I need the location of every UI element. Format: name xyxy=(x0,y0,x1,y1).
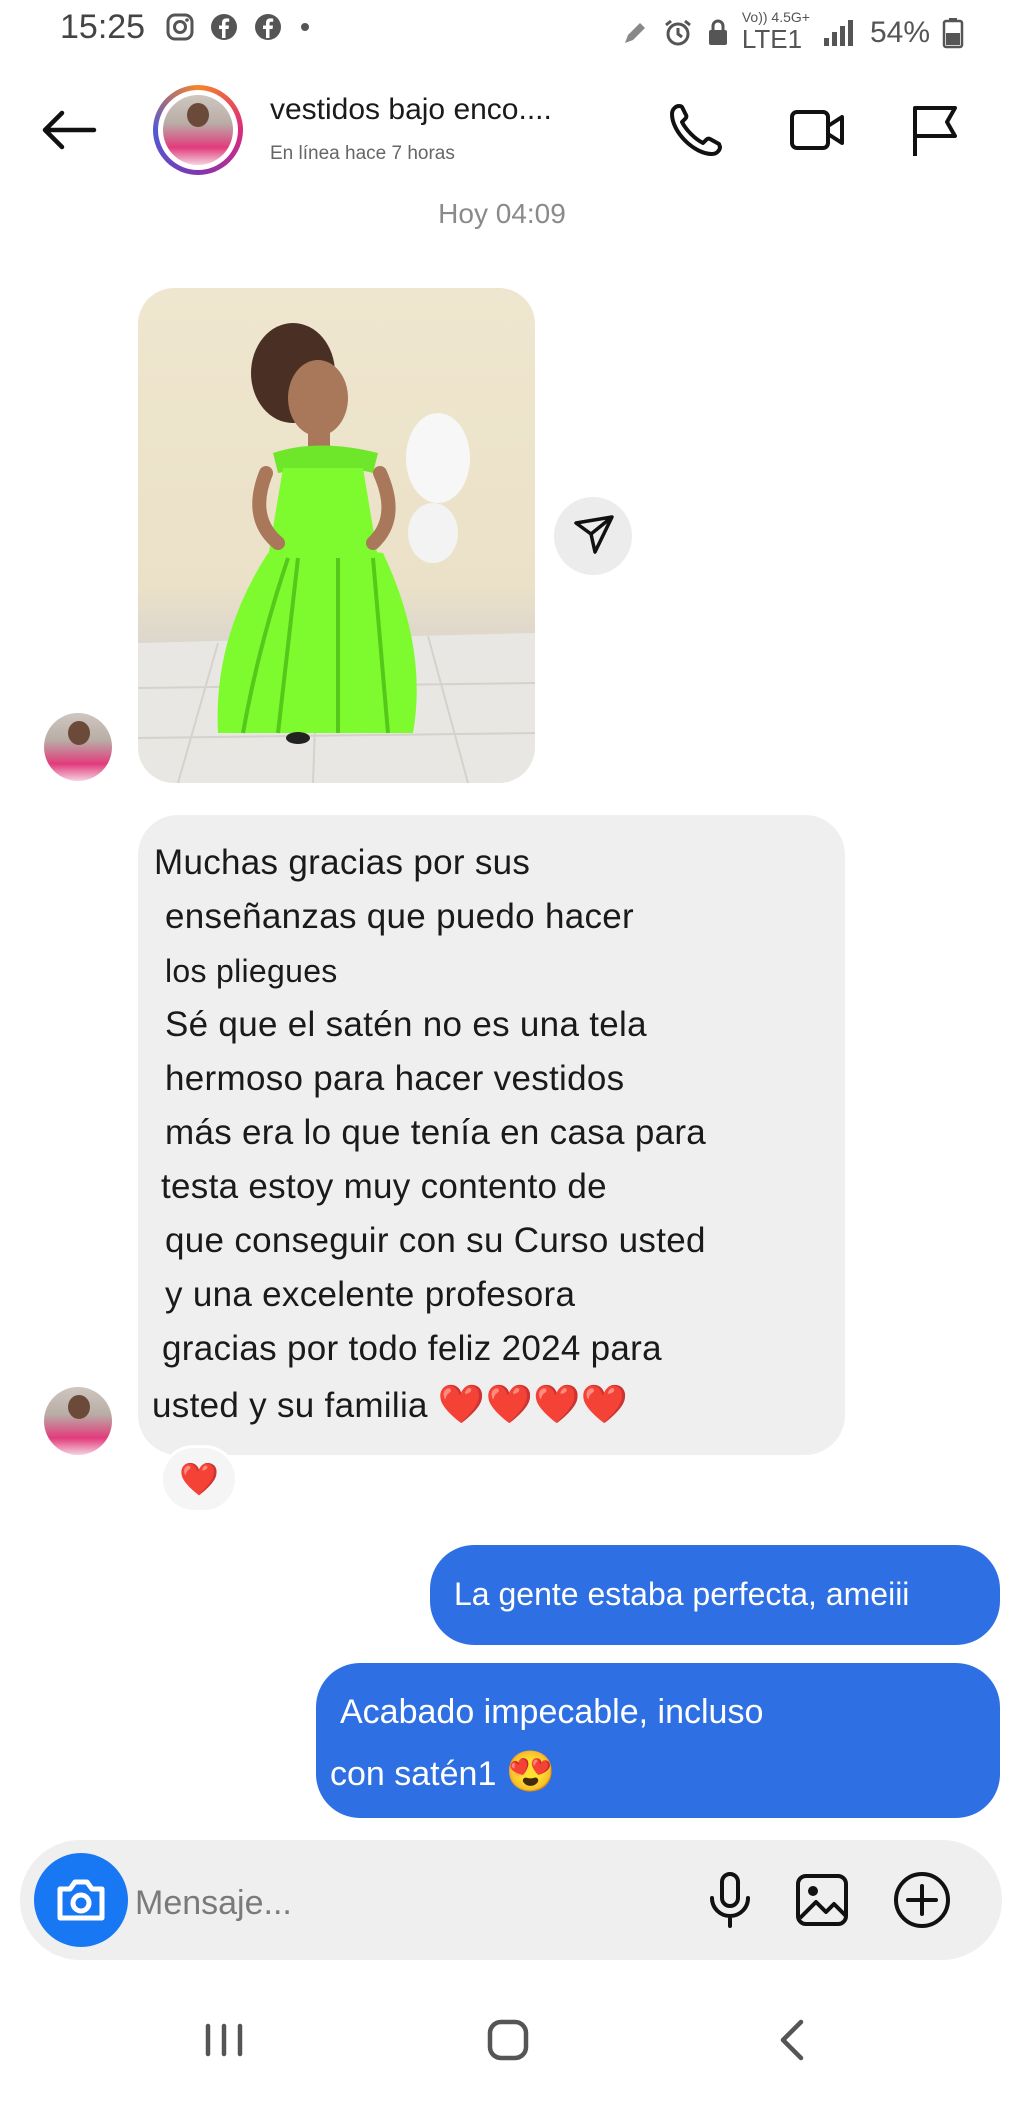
signal-icon xyxy=(823,19,853,46)
message-line: testa estoy muy contento de xyxy=(161,1167,607,1206)
pen-icon xyxy=(624,22,645,43)
message-line: Sé que el satén no es una tela xyxy=(165,1005,647,1044)
message-line-text: usted y su familia xyxy=(152,1386,428,1425)
message-timestamp: Hoy 04:09 xyxy=(438,198,566,229)
message-line: más era lo que tenía en casa para xyxy=(165,1113,707,1152)
sent-message-text: La gente estaba perfecta, ameiii xyxy=(454,1576,910,1612)
sent-message-text: Acabado impecable, incluso xyxy=(340,1693,764,1731)
share-button[interactable] xyxy=(554,497,632,575)
avatar-photo xyxy=(163,95,233,165)
sender-avatar[interactable] xyxy=(44,1387,112,1455)
sent-message-text: con satén1 😍 xyxy=(330,1748,556,1795)
sender-avatar[interactable] xyxy=(44,713,112,781)
gallery-icon[interactable] xyxy=(790,1868,854,1932)
message-line: hermoso para hacer vestidos xyxy=(165,1059,625,1098)
alarm-icon xyxy=(664,19,691,45)
sent-message-text-line2: con satén1 xyxy=(330,1755,497,1793)
facebook-icon xyxy=(255,14,281,40)
dress-photo-illustration xyxy=(138,323,535,783)
message-line: usted y su familia ❤️❤️❤️❤️ xyxy=(152,1383,628,1427)
sent-message-bubble[interactable]: Acabado impecable, incluso con satén1 😍 xyxy=(316,1663,1000,1818)
heart-eyes-emoji: 😍 xyxy=(505,1750,556,1794)
heart-reaction[interactable]: ❤️ xyxy=(163,1448,235,1510)
back-icon[interactable] xyxy=(763,2010,823,2070)
message-line: que conseguir con su Curso usted xyxy=(165,1221,706,1260)
phone-icon[interactable] xyxy=(665,100,725,160)
message-line: enseñanzas que puedo hacer xyxy=(165,897,635,936)
home-icon[interactable] xyxy=(478,2010,538,2070)
add-icon[interactable] xyxy=(890,1868,954,1932)
notification-icons xyxy=(165,12,313,42)
message-line: los pliegues xyxy=(165,953,338,989)
shared-photo[interactable] xyxy=(138,288,535,783)
camera-icon xyxy=(57,1879,105,1921)
contact-name[interactable]: vestidos bajo enco.... xyxy=(270,93,552,127)
battery-icon xyxy=(942,17,964,48)
video-camera-icon[interactable] xyxy=(788,100,848,160)
heart-emojis: ❤️❤️❤️❤️ xyxy=(437,1384,629,1426)
message-line: Muchas gracias por sus xyxy=(154,843,531,882)
dot-icon xyxy=(301,23,309,31)
system-status: Vo)) 4.5G+ LTE1 54% xyxy=(620,10,964,55)
back-arrow-icon[interactable] xyxy=(38,105,98,155)
status-time: 15:25 xyxy=(60,8,146,46)
contact-status: En línea hace 7 horas xyxy=(270,143,455,164)
received-message-bubble[interactable]: Muchas gracias por sus enseñanzas que pu… xyxy=(138,815,845,1455)
contact-avatar[interactable] xyxy=(153,85,243,175)
camera-button[interactable] xyxy=(34,1853,128,1947)
message-line: gracias por todo feliz 2024 para xyxy=(162,1329,662,1368)
heart-reaction-emoji: ❤️ xyxy=(179,1461,219,1497)
microphone-icon[interactable] xyxy=(698,1868,762,1932)
facebook-icon xyxy=(211,14,237,40)
message-input[interactable] xyxy=(133,1872,697,1934)
message-line: y una excelente profesora xyxy=(165,1275,576,1314)
paper-plane-icon xyxy=(574,515,614,554)
sent-message-bubble[interactable]: La gente estaba perfecta, ameiii xyxy=(430,1545,1000,1645)
lock-icon xyxy=(708,19,727,45)
recent-apps-icon[interactable] xyxy=(194,2010,254,2070)
instagram-icon xyxy=(166,13,194,41)
network-small-label: Vo)) 4.5G+ xyxy=(741,9,810,25)
flag-icon[interactable] xyxy=(905,100,965,160)
battery-percent: 54% xyxy=(869,15,930,49)
network-label: LTE1 xyxy=(741,24,803,54)
